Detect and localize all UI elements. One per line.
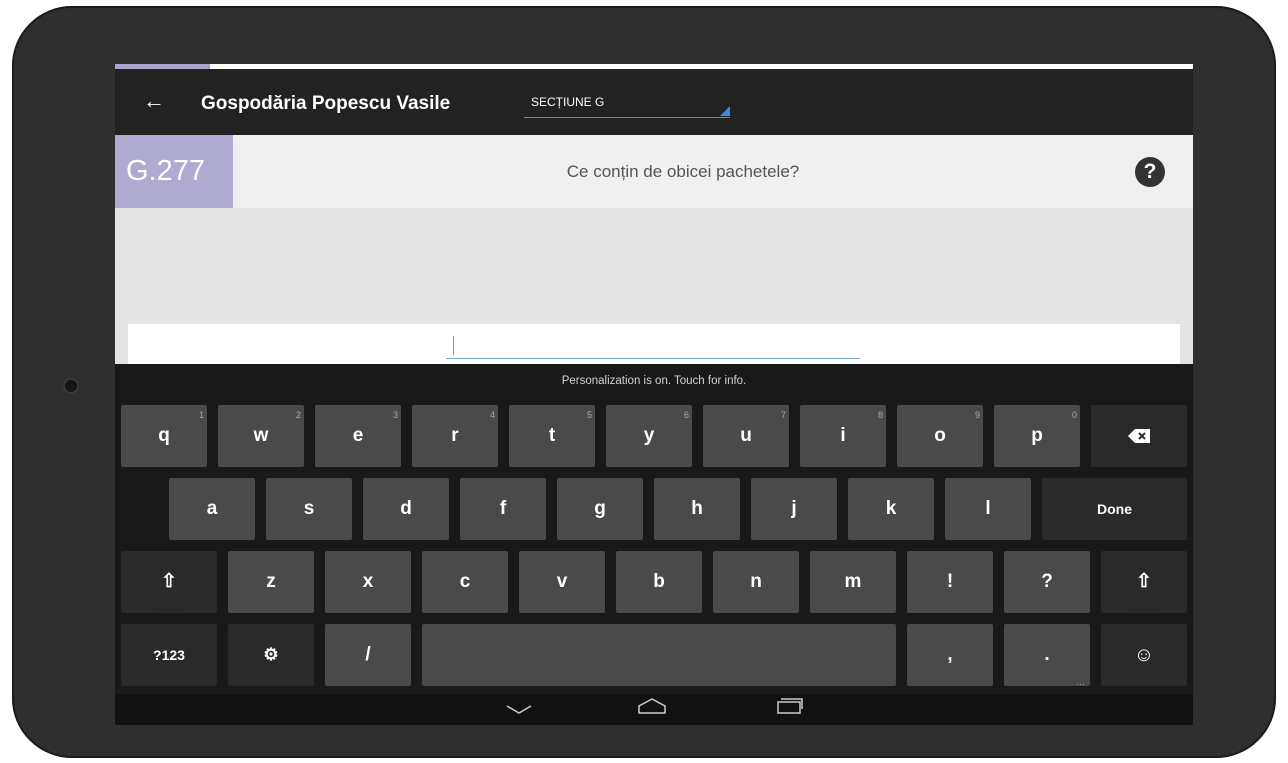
key-hint: 0 (1071, 410, 1077, 420)
key-hint: 7 (780, 410, 786, 420)
arrow-left-icon[interactable]: ← (143, 89, 165, 113)
key-hint: 2 (295, 410, 301, 420)
key-hint: 9 (974, 410, 980, 420)
recents-icon[interactable] (775, 697, 805, 721)
backspace-key[interactable] (1091, 405, 1187, 467)
shift-underline (154, 609, 184, 610)
key-q[interactable]: q1 (121, 405, 207, 467)
key-label: u (740, 425, 752, 446)
key-hint: 1 (198, 410, 204, 420)
key-p[interactable]: p0 (994, 405, 1080, 467)
key-label: r (451, 425, 459, 446)
onscreen-keyboard: Personalization is on. Touch for info. q… (115, 364, 1193, 694)
key-y[interactable]: y6 (606, 405, 692, 467)
help-icon[interactable]: ? (1135, 157, 1165, 187)
key-label: p (1031, 425, 1043, 446)
dropdown-triangle-icon (720, 106, 730, 116)
key-hint: 6 (683, 410, 689, 420)
key-b[interactable]: b (616, 551, 702, 613)
key-label: i (840, 425, 846, 446)
key-c[interactable]: c (422, 551, 508, 613)
camera-lens (63, 378, 79, 394)
key-o[interactable]: o9 (897, 405, 983, 467)
key-m[interactable]: m (810, 551, 896, 613)
key-hint: 4 (489, 410, 495, 420)
key-label: w (253, 425, 269, 446)
key-label: o (934, 425, 946, 446)
text-cursor (453, 336, 454, 355)
answer-card (128, 324, 1180, 364)
key-label: y (643, 425, 655, 446)
key-f[interactable]: f (460, 478, 546, 540)
shift-right-key[interactable]: ⇧ (1101, 551, 1187, 613)
section-dropdown[interactable]: SECȚIUNE G (524, 91, 730, 118)
key-r[interactable]: r4 (412, 405, 498, 467)
chevron-down-icon[interactable] (504, 697, 534, 721)
key-comma[interactable]: , (907, 624, 993, 686)
question-content (115, 208, 1193, 364)
key-period[interactable]: .… (1004, 624, 1090, 687)
key-s[interactable]: s (266, 478, 352, 540)
key-label: . (1044, 644, 1050, 665)
key-g[interactable]: g (557, 478, 643, 540)
key-a[interactable]: a (169, 478, 255, 540)
key-hint: 3 (392, 410, 398, 420)
key-i[interactable]: i8 (800, 405, 886, 467)
key-u[interactable]: u7 (703, 405, 789, 467)
home-icon[interactable] (637, 697, 667, 721)
key-hint: 8 (877, 410, 883, 420)
key-label: e (352, 425, 364, 446)
symbols-key[interactable]: ?123 (121, 624, 217, 686)
key-question[interactable]: ? (1004, 551, 1090, 613)
key-label: t (548, 425, 556, 446)
shift-left-key[interactable]: ⇧ (121, 551, 217, 613)
key-l[interactable]: l (945, 478, 1031, 540)
key-x[interactable]: x (325, 551, 411, 613)
key-v[interactable]: v (519, 551, 605, 613)
shift-underline (1129, 609, 1159, 610)
system-nav-bar (115, 694, 1193, 725)
answer-input[interactable] (446, 358, 860, 359)
key-h[interactable]: h (654, 478, 740, 540)
key-e[interactable]: e3 (315, 405, 401, 467)
backspace-icon (1128, 428, 1150, 443)
emoji-key[interactable]: ☺ (1101, 624, 1187, 686)
key-exclamation[interactable]: ! (907, 551, 993, 613)
key-j[interactable]: j (751, 478, 837, 540)
settings-key[interactable]: ⚙ (228, 624, 314, 686)
app-title: Gospodăria Popescu Vasile (201, 93, 451, 114)
keyboard-personalization-hint[interactable]: Personalization is on. Touch for info. (115, 375, 1193, 387)
key-n[interactable]: n (713, 551, 799, 613)
section-dropdown-value: SECȚIUNE G (531, 95, 605, 109)
key-w[interactable]: w2 (218, 405, 304, 467)
shift-icon: ⇧ (161, 571, 177, 592)
question-code: G.277 (115, 135, 233, 208)
gear-icon: ⚙ (263, 645, 279, 664)
key-hint: 5 (586, 410, 592, 420)
key-label: q (158, 425, 170, 446)
question-bar: G.277 Ce conțin de obicei pachetele? ? (115, 135, 1193, 208)
more-options-icon: … (1076, 677, 1085, 687)
screen: ← Gospodăria Popescu Vasile SECȚIUNE G G… (115, 64, 1193, 725)
shift-icon: ⇧ (1136, 571, 1152, 592)
question-text: Ce conțin de obicei pachetele? (566, 162, 800, 181)
app-bar: ← Gospodăria Popescu Vasile SECȚIUNE G (115, 69, 1193, 135)
done-button[interactable]: Done (1042, 478, 1187, 540)
space-bar[interactable] (422, 624, 896, 686)
key-t[interactable]: t5 (509, 405, 595, 467)
smiley-icon: ☺ (1133, 644, 1155, 666)
key-z[interactable]: z (228, 551, 314, 613)
key-slash[interactable]: / (325, 624, 411, 686)
key-k[interactable]: k (848, 478, 934, 540)
key-d[interactable]: d (363, 478, 449, 540)
